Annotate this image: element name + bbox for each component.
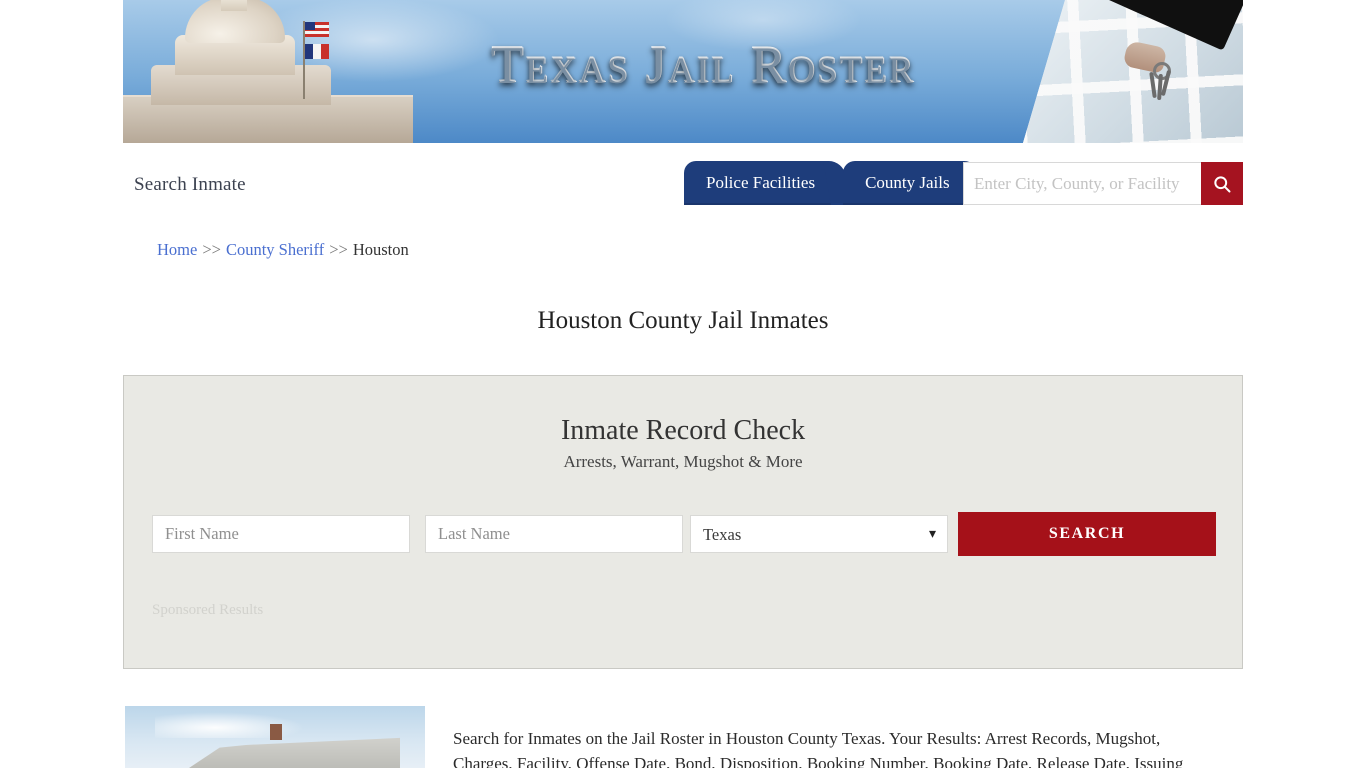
courthouse-thumbnail[interactable] bbox=[125, 706, 425, 768]
page-root: Texas Jail Roster Search Inmate Police F… bbox=[0, 0, 1366, 768]
form-search-button[interactable]: SEARCH bbox=[958, 512, 1216, 556]
form-subheading: Arrests, Warrant, Mugshot & More bbox=[563, 452, 803, 471]
sponsored-results-label: Sponsored Results bbox=[152, 602, 264, 618]
site-brand-label: Search Inmate bbox=[134, 174, 246, 195]
breadcrumb-item-home[interactable]: Home bbox=[157, 240, 197, 259]
form-heading: Inmate Record Check bbox=[560, 415, 806, 446]
header-nav: Search Inmate Police Facilities County J… bbox=[123, 143, 1243, 215]
first-name-input[interactable] bbox=[152, 515, 410, 553]
breadcrumb-item-current: Houston bbox=[352, 240, 409, 259]
search-icon bbox=[1214, 175, 1231, 192]
header-search-button[interactable] bbox=[1201, 162, 1243, 205]
header-search bbox=[963, 162, 1243, 205]
breadcrumb: Home >> County Sheriff >> Houston bbox=[157, 240, 409, 260]
state-select-wrapper: Texas ▾ bbox=[690, 515, 948, 553]
nav-tabs: Police Facilities County Jails bbox=[684, 161, 974, 205]
page-description: Search for Inmates on the Jail Roster in… bbox=[453, 729, 1184, 768]
page-title: Houston County Jail Inmates bbox=[537, 306, 829, 334]
tab-police-facilities[interactable]: Police Facilities bbox=[684, 161, 838, 205]
last-name-input[interactable] bbox=[425, 515, 683, 553]
facility-search-input[interactable] bbox=[963, 162, 1201, 205]
breadcrumb-separator: >> bbox=[202, 240, 221, 259]
tab-county-jails[interactable]: County Jails bbox=[843, 161, 972, 205]
banner-title: Texas Jail Roster bbox=[123, 34, 1243, 94]
site-banner: Texas Jail Roster bbox=[123, 0, 1243, 143]
inmate-record-check-card: Inmate Record Check Arrests, Warrant, Mu… bbox=[123, 375, 1243, 669]
search-form-row: Texas ▾ SEARCH bbox=[152, 512, 1216, 556]
breadcrumb-item-county-sheriff[interactable]: County Sheriff bbox=[226, 240, 324, 259]
state-select[interactable]: Texas bbox=[690, 515, 948, 553]
breadcrumb-separator: >> bbox=[329, 240, 348, 259]
